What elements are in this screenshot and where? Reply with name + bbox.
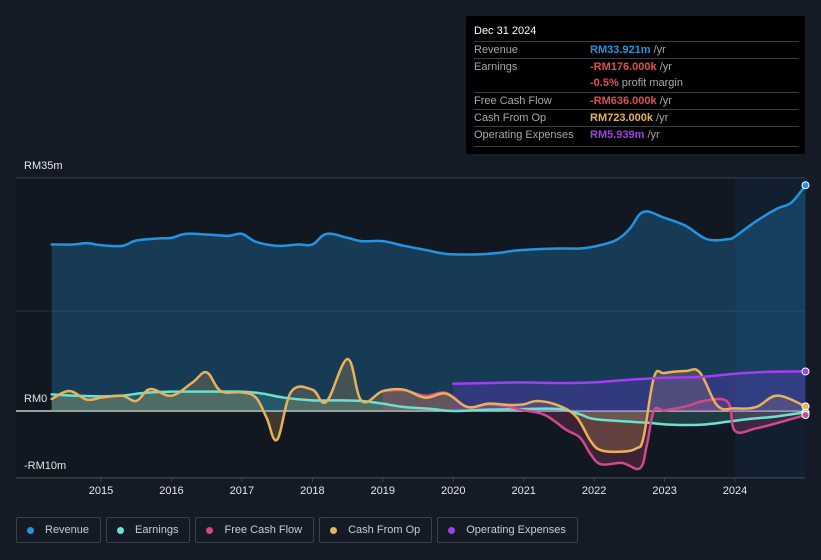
tooltip-date: Dec 31 2024 [474,25,537,37]
legend-dot-icon [448,526,456,534]
tooltip-suffix: /yr [656,61,672,73]
tooltip-value: -RM176.000k [590,61,657,73]
tooltip-value: -0.5% [590,77,619,89]
tooltip-suffix: /yr [656,95,672,107]
legend-label: Operating Expenses [466,524,566,536]
tooltip-suffix: profit margin [618,77,683,89]
cash-from-op-endpoint [801,402,810,411]
y-tick-label: RM0 [24,393,48,405]
tooltip-row-opex: Operating Expenses RM5.939m /yr [474,126,799,144]
tooltip-label: Earnings [474,61,518,73]
x-tick-label: 2018 [300,485,324,497]
legend-label: Revenue [45,524,90,536]
legend-item-revenue[interactable]: Revenue [16,517,102,543]
x-tick-label: 2015 [89,485,113,497]
legend-item-operating-expenses[interactable]: Operating Expenses [437,517,578,543]
tooltip-value: -RM636.000k [590,95,657,107]
tooltip-row-revenue: Revenue RM33.921m /yr [474,41,799,59]
tooltip-row-earnings: Earnings -RM176.000k /yr [474,58,799,76]
legend-dot-icon [117,526,125,534]
operating-expenses-endpoint [801,367,810,376]
y-tick-label: RM35m [24,160,63,172]
tooltip-row-cfo: Cash From Op RM723.000k /yr [474,109,799,127]
tooltip-suffix: /yr [644,129,660,141]
legend-label: Free Cash Flow [224,524,303,536]
x-tick-label: 2024 [723,485,747,497]
legend-dot-icon [330,526,338,534]
legend-label: Earnings [135,524,179,536]
revenue-endpoint [801,181,810,190]
legend-item-earnings[interactable]: Earnings [106,517,191,543]
legend-item-free-cash-flow[interactable]: Free Cash Flow [195,517,315,543]
tooltip-value: RM33.921m [590,44,651,56]
tooltip-value: RM723.000k [590,112,653,124]
x-tick-label: 2016 [159,485,183,497]
x-tick-label: 2021 [511,485,535,497]
tooltip-suffix: /yr [653,112,669,124]
legend: Revenue Earnings Free Cash Flow Cash Fro… [16,517,578,543]
y-tick-label: -RM10m [24,460,67,472]
legend-dot-icon [27,526,34,534]
x-tick-label: 2017 [230,485,254,497]
legend-item-cash-from-op[interactable]: Cash From Op [319,517,433,543]
x-axis: 2015 2016 2017 2018 2019 2020 2021 2022 2023 2024 [89,478,747,497]
x-tick-label: 2020 [441,485,465,497]
tooltip-row-margin: -0.5% profit margin [474,75,799,92]
x-tick-label: 2023 [652,485,676,497]
legend-label: Cash From Op [348,524,421,536]
tooltip-label: Operating Expenses [474,129,574,141]
tooltip-row-fcf: Free Cash Flow -RM636.000k /yr [474,92,799,110]
tooltip-divider [474,146,799,147]
tooltip-label: Free Cash Flow [474,95,552,107]
legend-dot-icon [206,526,214,534]
x-tick-label: 2019 [371,485,395,497]
tooltip-label: Revenue [474,44,519,56]
free-cash-flow-endpoint [801,410,810,419]
tooltip-suffix: /yr [650,44,666,56]
x-tick-label: 2022 [582,485,606,497]
tooltip: Dec 31 2024 Revenue RM33.921m /yr Earnin… [466,16,805,154]
tooltip-value: RM5.939m [590,129,645,141]
tooltip-label: Cash From Op [474,112,547,124]
